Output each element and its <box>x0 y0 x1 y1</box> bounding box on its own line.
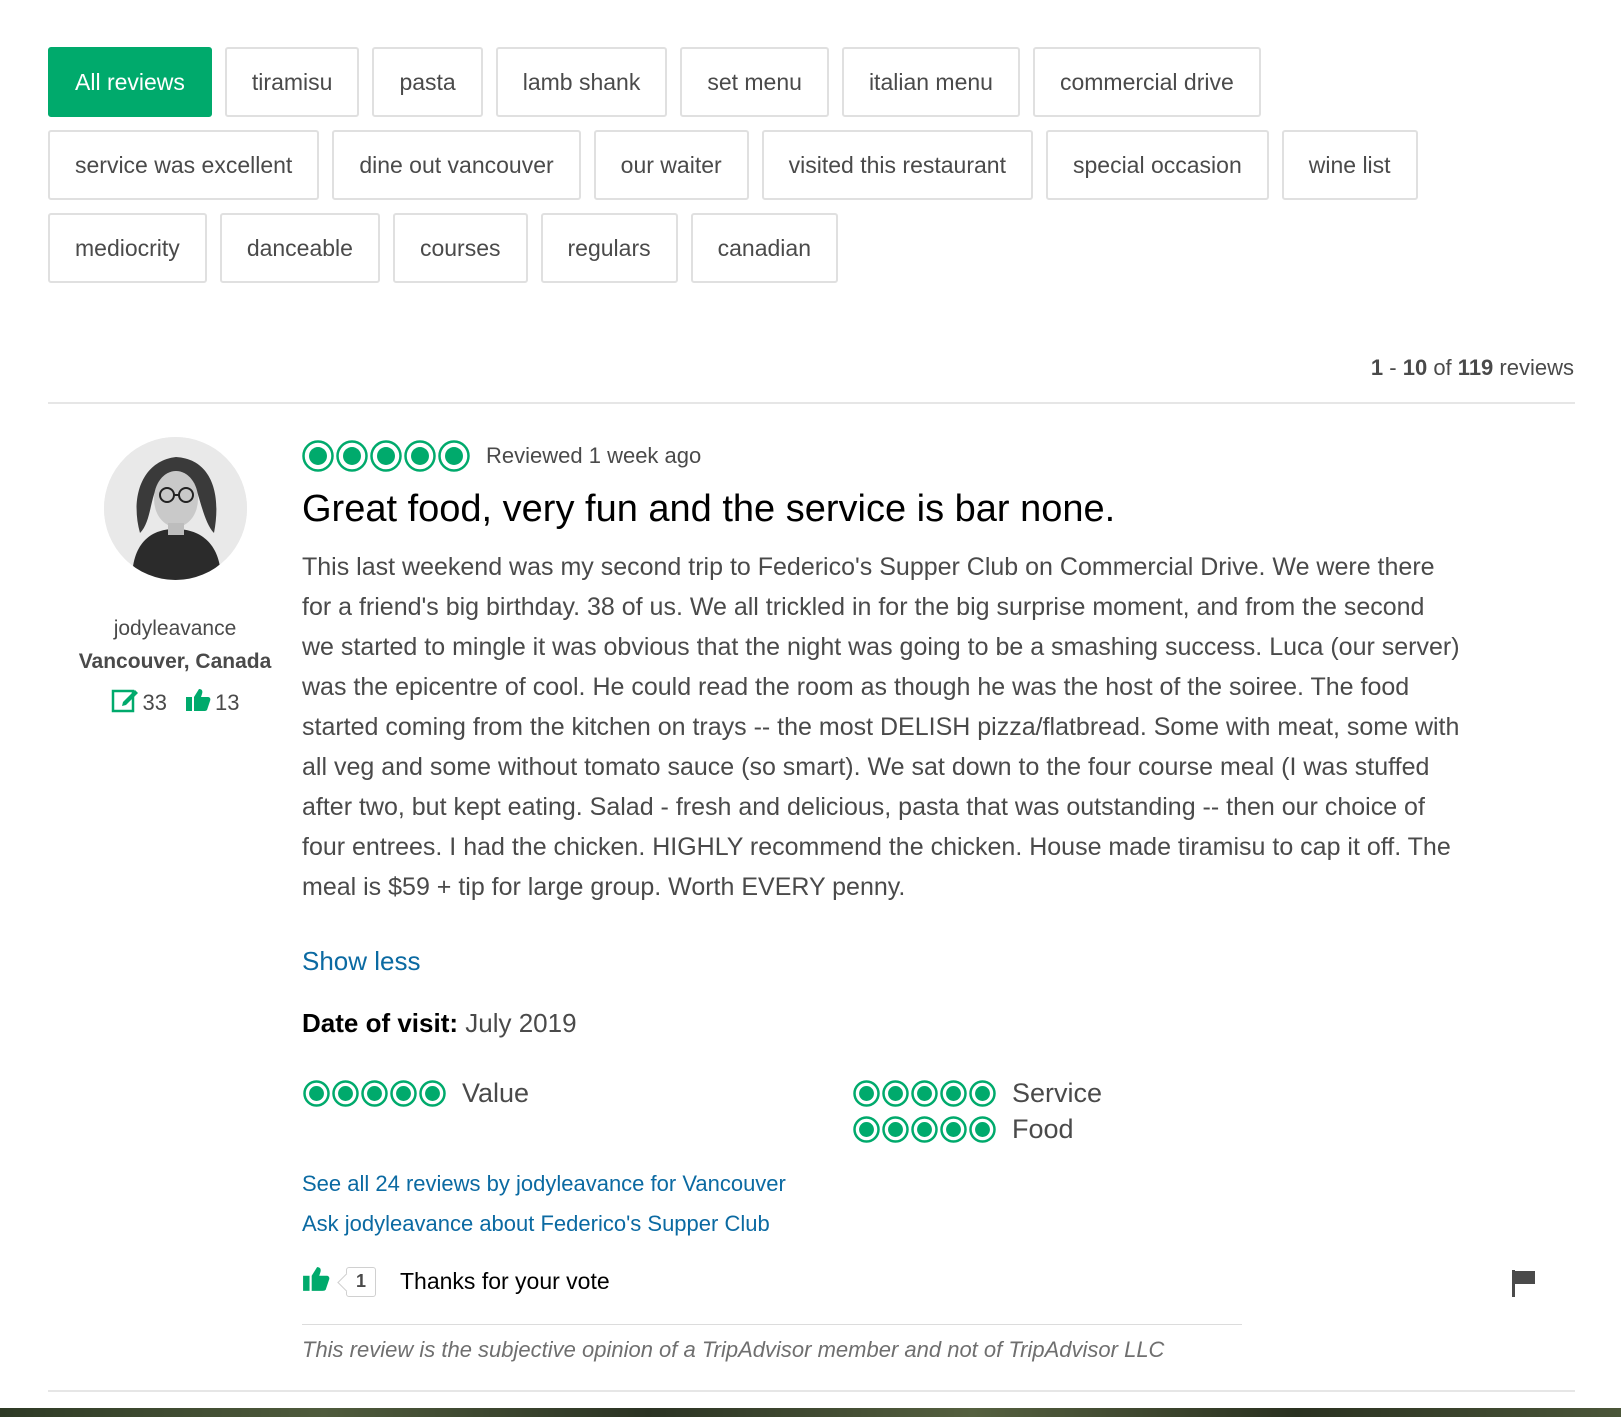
rating-bubble <box>940 1116 967 1143</box>
rating-bubbles <box>853 1116 996 1143</box>
rating-bubble <box>911 1116 938 1143</box>
ask-member-link[interactable]: Ask jodyleavance about Federico's Supper… <box>302 1211 1462 1237</box>
filter-row-1: All reviews tiramisu pasta lamb shank se… <box>48 47 1588 117</box>
disclaimer-divider <box>302 1324 1242 1325</box>
subrating-food: Food <box>853 1114 1074 1145</box>
rating-bubble <box>853 1116 880 1143</box>
rating-bubble <box>302 440 334 472</box>
rating-bubble <box>882 1080 909 1107</box>
vote-count: 1 <box>346 1266 376 1297</box>
rating-bubble <box>404 440 436 472</box>
rating-bubble <box>940 1080 967 1107</box>
review-date: Reviewed 1 week ago <box>486 443 702 468</box>
pencil-note-icon <box>111 686 139 720</box>
avatar-image <box>104 437 247 580</box>
filter-special-occasion[interactable]: special occasion <box>1045 130 1269 200</box>
filter-our-waiter[interactable]: our waiter <box>593 130 749 200</box>
helpful-vote-row: 1 Thanks for your vote <box>302 1266 1462 1297</box>
rating-bubble <box>969 1116 996 1143</box>
thumbs-up-icon[interactable] <box>302 1266 330 1297</box>
date-of-visit: Date of visit: July 2019 <box>302 1008 577 1038</box>
filter-dine-out-vancouver[interactable]: dine out vancouver <box>332 130 581 200</box>
subrating-service: Service <box>853 1078 1102 1109</box>
filter-lamb-shank[interactable]: lamb shank <box>495 47 668 117</box>
show-less-link[interactable]: Show less <box>302 946 1462 977</box>
divider <box>48 402 1575 404</box>
rating-bubbles <box>853 1080 996 1107</box>
review-rating-row: Reviewed 1 week ago <box>302 440 1462 472</box>
rating-bubble <box>911 1080 938 1107</box>
filter-row-3: mediocrity danceable courses regulars ca… <box>48 213 1588 283</box>
review-count: 1 - 10 of 119 reviews <box>1370 355 1574 380</box>
member-name[interactable]: jodyleavance <box>40 617 310 641</box>
review-disclaimer: This review is the subjective opinion of… <box>302 1337 1165 1362</box>
vote-thanks-text: Thanks for your vote <box>400 1268 610 1294</box>
avatar[interactable] <box>104 437 247 580</box>
filter-tiramisu[interactable]: tiramisu <box>224 47 360 117</box>
flag-icon[interactable] <box>1510 1268 1538 1303</box>
member-location: Vancouver, Canada <box>78 650 272 673</box>
filter-regulars[interactable]: regulars <box>540 213 678 283</box>
filter-all-reviews[interactable]: All reviews <box>48 47 212 117</box>
thumbs-up-icon <box>185 688 211 718</box>
filter-mediocrity[interactable]: mediocrity <box>48 213 207 283</box>
subrating-value: Value <box>303 1078 529 1109</box>
filter-row-2: service was excellent dine out vancouver… <box>48 130 1588 200</box>
review-body: This last weekend was my second trip to … <box>302 553 1460 901</box>
filter-commercial-drive[interactable]: commercial drive <box>1032 47 1261 117</box>
divider <box>48 1390 1575 1392</box>
filter-pasta[interactable]: pasta <box>372 47 483 117</box>
filter-danceable[interactable]: danceable <box>219 213 380 283</box>
rating-bubble <box>336 440 368 472</box>
rating-bubble <box>882 1116 909 1143</box>
filter-set-menu[interactable]: set menu <box>680 47 829 117</box>
rating-bubbles <box>302 440 470 472</box>
background-image-strip <box>0 1408 1621 1417</box>
rating-bubble <box>332 1080 359 1107</box>
see-all-reviews-link[interactable]: See all 24 reviews by jodyleavance for V… <box>302 1171 1462 1197</box>
rating-bubble <box>419 1080 446 1107</box>
rating-bubble <box>853 1080 880 1107</box>
rating-bubbles <box>303 1080 446 1107</box>
rating-bubble <box>303 1080 330 1107</box>
filter-service-was-excellent[interactable]: service was excellent <box>48 130 320 200</box>
filter-italian-menu[interactable]: italian menu <box>841 47 1020 117</box>
rating-bubble <box>361 1080 388 1107</box>
rating-bubble <box>438 440 470 472</box>
rating-bubble <box>370 440 402 472</box>
filter-canadian[interactable]: canadian <box>690 213 838 283</box>
member-helpful-count: 13 <box>215 690 240 715</box>
review-filter-bar: All reviews tiramisu pasta lamb shank se… <box>48 47 1588 296</box>
filter-wine-list[interactable]: wine list <box>1281 130 1418 200</box>
rating-bubble <box>390 1080 417 1107</box>
member-review-count: 33 <box>142 690 167 715</box>
member-stats: 33 13 <box>40 686 310 720</box>
filter-visited-this-restaurant[interactable]: visited this restaurant <box>761 130 1033 200</box>
review-title[interactable]: Great food, very fun and the service is … <box>302 488 1462 531</box>
rating-bubble <box>969 1080 996 1107</box>
filter-courses[interactable]: courses <box>392 213 528 283</box>
